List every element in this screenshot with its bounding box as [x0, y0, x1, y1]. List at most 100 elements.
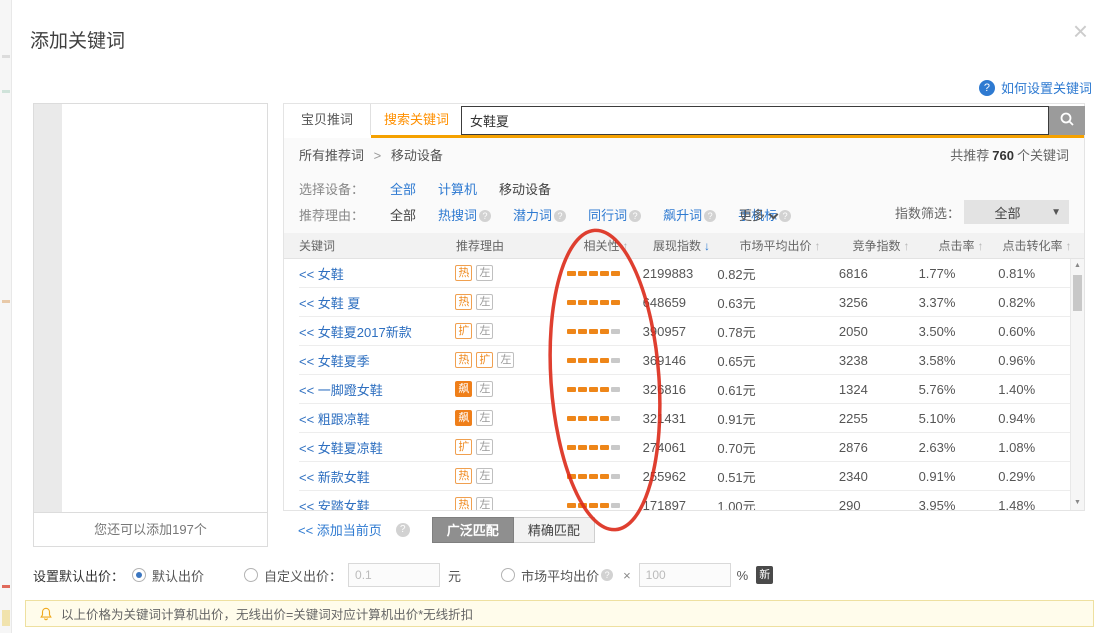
- relevance-segment: [567, 358, 576, 363]
- keyword-link[interactable]: << 女鞋夏2017新款: [299, 322, 412, 341]
- relevance-segment: [578, 300, 587, 305]
- table-row: << 女鞋 夏热左6486590.63元32563.37%0.82%: [299, 288, 1070, 317]
- market-bid-percent-input[interactable]: [639, 563, 731, 587]
- help-link[interactable]: ? 如何设置关键词: [979, 78, 1092, 97]
- default-bid-label[interactable]: 默认出价: [152, 566, 204, 585]
- table-header-row: 关键词推荐理由相关性↑展现指数↓市场平均出价↑竞争指数↑点击率↑点击转化率↑: [284, 233, 1084, 259]
- ctr-cell: 3.58%: [919, 353, 999, 368]
- competition-cell: 2340: [839, 469, 919, 484]
- table-footer-row: << 添加当前页 ? 广泛匹配 精确匹配: [283, 511, 1085, 548]
- question-icon[interactable]: ?: [554, 210, 566, 222]
- column-header[interactable]: 点击转化率↑: [1001, 233, 1073, 258]
- relevance-cell: [567, 358, 643, 363]
- sort-asc-icon: ↑: [978, 239, 984, 253]
- custom-bid-label[interactable]: 自定义出价：: [264, 566, 342, 585]
- scrollbar-up-icon[interactable]: ▲: [1071, 259, 1084, 273]
- cvr-cell: 0.94%: [998, 411, 1070, 426]
- keyword-link[interactable]: << 安踏女鞋: [299, 496, 370, 511]
- reason-cell: 飙左: [455, 410, 567, 426]
- reason-filter-option[interactable]: 飙升词?: [663, 208, 716, 223]
- column-header[interactable]: 推荐理由: [456, 233, 568, 258]
- device-filter-row: 选择设备：全部计算机移动设备: [299, 179, 573, 198]
- question-icon[interactable]: ?: [479, 210, 491, 222]
- ctr-cell: 3.50%: [919, 324, 999, 339]
- reason-filter-option[interactable]: 潜力词?: [513, 208, 566, 223]
- column-header[interactable]: 市场平均出价↑: [719, 233, 841, 258]
- column-header[interactable]: 竞争指数↑: [841, 233, 921, 258]
- reason-cell: 热左: [455, 294, 567, 310]
- keyword-link[interactable]: << 一脚蹬女鞋: [299, 380, 383, 399]
- breadcrumb-separator: >: [374, 148, 382, 163]
- relevance-segment: [567, 445, 576, 450]
- close-icon[interactable]: ×: [1073, 18, 1088, 44]
- relevance-cell: [567, 271, 643, 276]
- table-scrollbar[interactable]: ▲ ▼: [1070, 259, 1084, 510]
- column-header[interactable]: 相关性↑: [568, 233, 644, 258]
- relevance-segment: [600, 271, 609, 276]
- keyword-search-input[interactable]: [461, 106, 1049, 135]
- question-icon[interactable]: ?: [629, 210, 641, 222]
- reason-badge: 左: [476, 439, 493, 455]
- keyword-link[interactable]: << 女鞋 夏: [299, 293, 360, 312]
- breadcrumb-root[interactable]: 所有推荐词: [299, 148, 364, 163]
- relevance-segment: [578, 358, 587, 363]
- relevance-segment: [600, 358, 609, 363]
- more-filters-button[interactable]: 更多: [739, 205, 777, 224]
- keyword-link[interactable]: << 粗跟凉鞋: [299, 409, 370, 428]
- reason-filter-option[interactable]: 全部: [390, 208, 416, 223]
- custom-bid-input[interactable]: [348, 563, 440, 587]
- relevance-segment: [567, 387, 576, 392]
- help-link-label[interactable]: 如何设置关键词: [1001, 78, 1092, 97]
- relevance-segment: [589, 271, 598, 276]
- background-artifact: [2, 585, 10, 588]
- relevance-segment: [589, 474, 598, 479]
- search-button[interactable]: [1049, 106, 1085, 135]
- add-current-page-link[interactable]: << 添加当前页: [298, 520, 382, 539]
- column-header[interactable]: 点击率↑: [921, 233, 1001, 258]
- relevance-segment: [589, 416, 598, 421]
- multiply-sign: ×: [623, 568, 631, 583]
- relevance-segment: [567, 271, 576, 276]
- total-prefix: 共推荐: [950, 148, 989, 163]
- reason-badge: 扩: [455, 323, 472, 339]
- reason-filter-option[interactable]: 热搜词?: [438, 208, 491, 223]
- market-bid-unit: %: [737, 568, 749, 583]
- impressions-cell: 2199883: [643, 266, 718, 281]
- reason-badge: 左: [476, 410, 493, 426]
- keyword-cell: << 女鞋夏季: [299, 351, 455, 370]
- column-header-label: 展现指数: [653, 237, 701, 254]
- relevance-segment: [611, 358, 620, 363]
- keyword-link[interactable]: << 女鞋: [299, 264, 344, 283]
- keyword-cell: << 粗跟凉鞋: [299, 409, 455, 428]
- broad-match-button[interactable]: 广泛匹配: [432, 517, 514, 543]
- tab-search-keywords[interactable]: 搜索关键词: [372, 104, 461, 135]
- market-bid-question-icon[interactable]: ?: [601, 569, 613, 581]
- custom-bid-radio[interactable]: [244, 568, 258, 582]
- index-filter-dropdown[interactable]: 全部 ▼: [964, 200, 1069, 224]
- market-bid-label[interactable]: 市场平均出价: [521, 566, 599, 585]
- keyword-link[interactable]: << 女鞋夏凉鞋: [299, 438, 383, 457]
- column-header[interactable]: 关键词: [299, 233, 456, 258]
- add-page-question-icon[interactable]: ?: [396, 523, 410, 537]
- device-filter-option[interactable]: 移动设备: [499, 182, 551, 197]
- market-bid-radio[interactable]: [501, 568, 515, 582]
- reason-filter-option[interactable]: 同行词?: [588, 208, 641, 223]
- device-filter-option[interactable]: 计算机: [438, 182, 477, 197]
- tab-product-words[interactable]: 宝贝推词: [284, 104, 371, 135]
- scrollbar-thumb[interactable]: [1073, 275, 1082, 311]
- scrollbar-down-icon[interactable]: ▼: [1071, 496, 1084, 510]
- question-icon[interactable]: ?: [704, 210, 716, 222]
- cvr-cell: 0.60%: [998, 324, 1070, 339]
- question-icon[interactable]: ?: [779, 210, 791, 222]
- device-filter-option[interactable]: 全部: [390, 182, 416, 197]
- column-header[interactable]: 展现指数↓: [644, 233, 719, 258]
- relevance-segment: [578, 416, 587, 421]
- keyword-link[interactable]: << 新款女鞋: [299, 467, 370, 486]
- ctr-cell: 5.10%: [919, 411, 999, 426]
- remaining-capacity-label: 您还可以添加197个: [34, 512, 267, 546]
- cvr-cell: 0.82%: [998, 295, 1070, 310]
- keyword-link[interactable]: << 女鞋夏季: [299, 351, 370, 370]
- default-bid-radio[interactable]: [132, 568, 146, 582]
- exact-match-button[interactable]: 精确匹配: [514, 517, 595, 543]
- background-artifact: [2, 55, 10, 58]
